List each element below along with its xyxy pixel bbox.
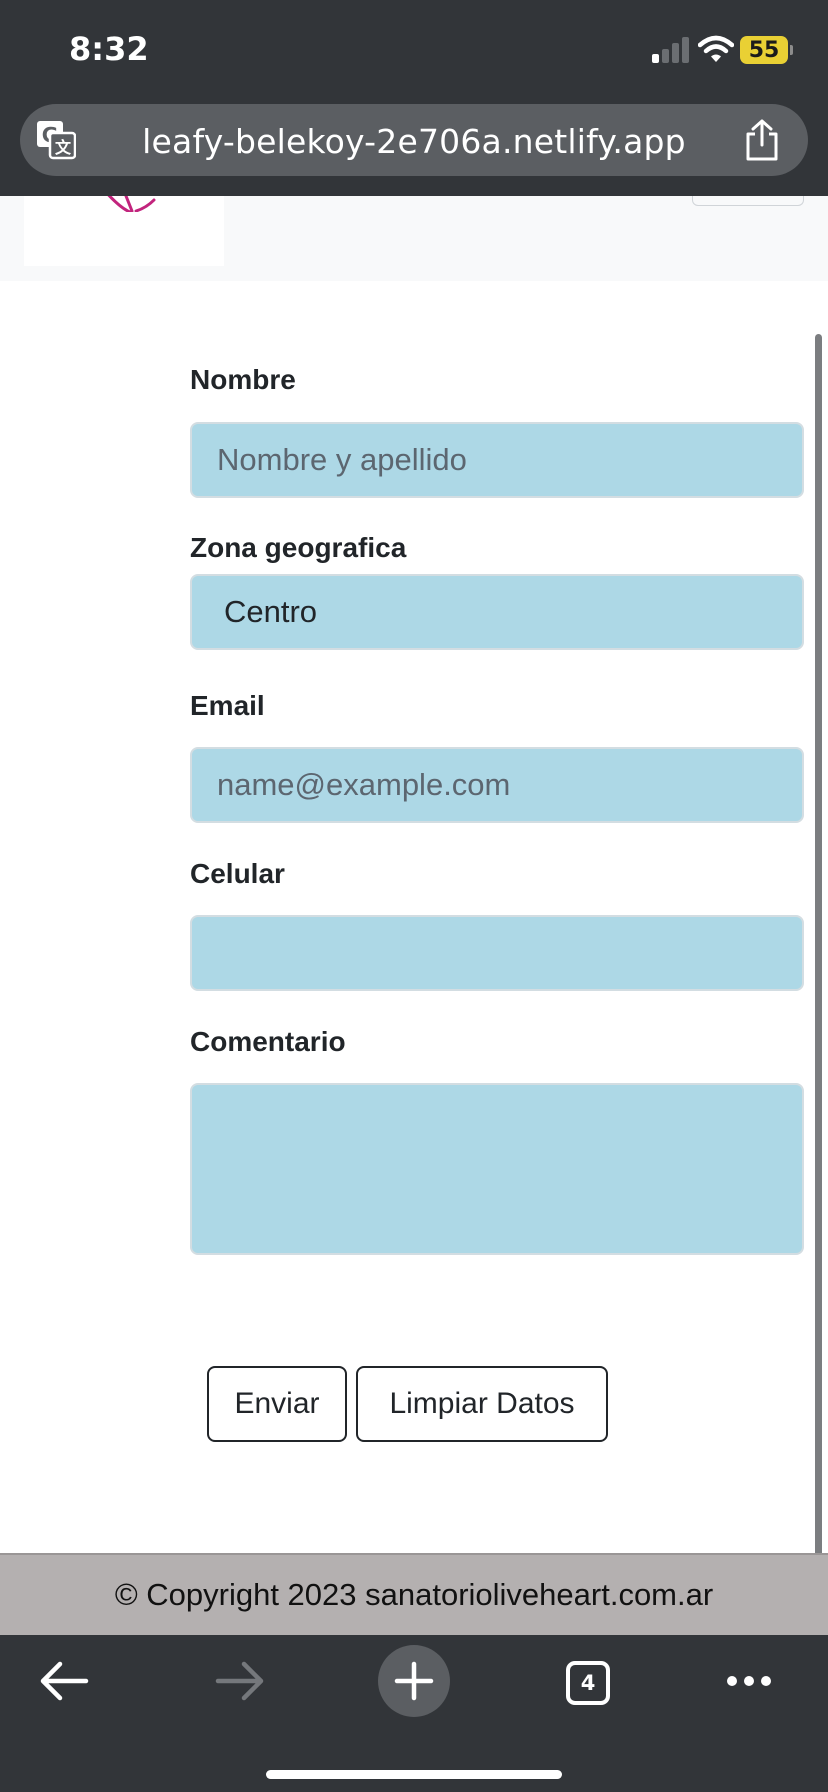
battery-indicator: 55 <box>740 36 793 64</box>
site-header <box>0 196 828 281</box>
zona-label: Zona geografica <box>190 532 407 563</box>
copyright-text: © Copyright 2023 sanatorioliveheart.com.… <box>114 1577 714 1612</box>
site-logo[interactable] <box>24 196 224 266</box>
email-label: Email <box>190 690 265 721</box>
clear-button[interactable]: Limpiar Datos <box>356 1366 608 1442</box>
comentario-label: Comentario <box>190 1026 346 1057</box>
page-scrollbar[interactable] <box>815 334 822 1634</box>
plus-icon <box>394 1661 434 1701</box>
home-indicator[interactable] <box>266 1770 562 1779</box>
status-time: 8:32 <box>69 30 149 68</box>
celular-label: Celular <box>190 858 285 889</box>
url-text: leafy-belekoy-2e706a.netlify.app <box>142 122 686 161</box>
submit-button[interactable]: Enviar <box>207 1366 347 1442</box>
site-footer: © Copyright 2023 sanatorioliveheart.com.… <box>0 1553 828 1635</box>
comentario-textarea[interactable] <box>190 1083 804 1255</box>
forward-arrow-icon[interactable] <box>214 1659 266 1703</box>
email-placeholder: name@example.com <box>217 767 511 802</box>
nombre-input[interactable]: Nombre y apellido <box>190 422 804 498</box>
logo-heart-mark <box>107 196 156 212</box>
wifi-icon <box>698 35 734 62</box>
new-tab-button[interactable] <box>378 1645 450 1717</box>
email-input[interactable]: name@example.com <box>190 747 804 823</box>
zona-select[interactable]: Centro <box>190 574 804 650</box>
nombre-label: Nombre <box>190 364 296 395</box>
navbar-toggler[interactable] <box>692 196 804 206</box>
nombre-placeholder: Nombre y apellido <box>217 442 467 477</box>
zona-selected-value: Centro <box>224 594 318 629</box>
more-icon[interactable] <box>726 1675 772 1687</box>
celular-input[interactable] <box>190 915 804 991</box>
back-arrow-icon[interactable] <box>38 1659 90 1703</box>
tabs-icon[interactable]: 4 <box>566 1661 610 1705</box>
address-bar[interactable]: G 文 leafy-belekoy-2e706a.netlify.app <box>20 104 808 176</box>
browser-bottom-toolbar: 4 <box>0 1635 828 1792</box>
cellular-signal-icon <box>652 37 692 63</box>
browser-top-bar: 8:32 55 G 文 leafy-belekoy-2e706a.netlify… <box>0 0 828 196</box>
share-icon[interactable] <box>742 118 782 162</box>
